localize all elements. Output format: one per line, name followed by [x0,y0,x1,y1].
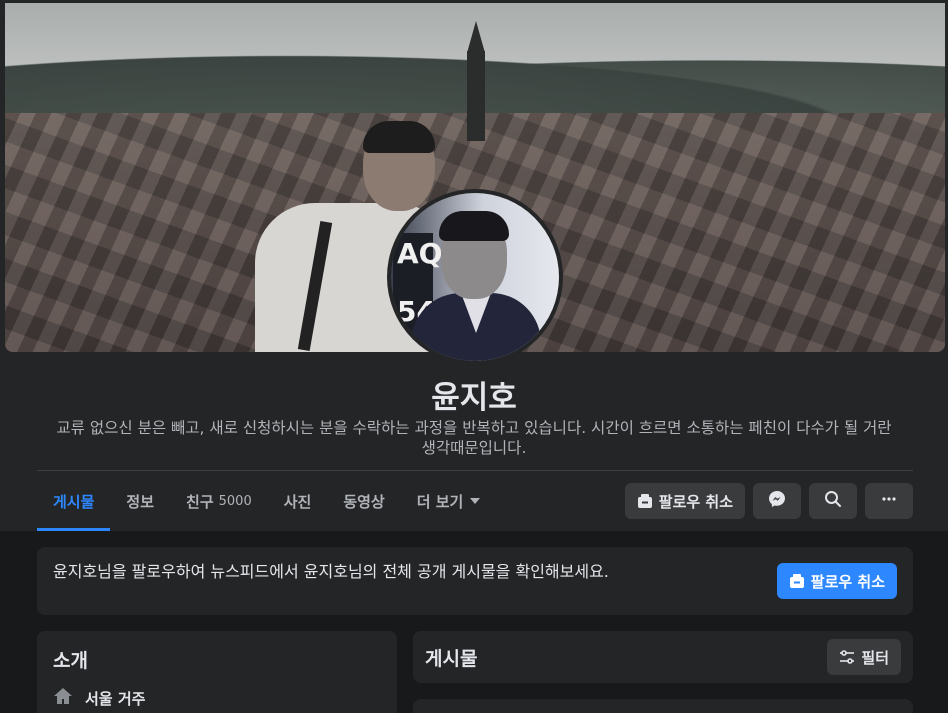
tab-photos[interactable]: 사진 [268,471,328,531]
more-button[interactable] [865,483,913,519]
unfollow-icon [637,493,653,509]
tab-friends-label: 친구 [186,492,214,511]
intro-location: 서울 거주 [53,686,145,710]
follow-prompt-card: 윤지호님을 팔로우하여 뉴스피드에서 윤지호님의 전체 공개 게시물을 확인해보… [37,547,913,615]
messenger-button[interactable] [753,483,801,519]
home-icon [53,686,73,710]
tab-more[interactable]: 더 보기 [401,471,497,531]
tab-about-label: 정보 [126,492,155,511]
filter-label: 필터 [861,648,889,667]
tab-posts-label: 게시물 [53,492,95,511]
profile-avatar[interactable]: AQ 54 [387,189,563,365]
caret-down-icon [470,498,481,504]
follow-prompt-message: 윤지호님을 팔로우하여 뉴스피드에서 윤지호님의 전체 공개 게시물을 확인해보… [53,562,609,581]
tab-photos-label: 사진 [283,492,312,511]
posts-title: 게시물 [425,648,478,670]
unfollow-button-primary[interactable]: 팔로우 취소 [776,563,897,599]
tab-more-label: 더 보기 [416,492,464,511]
profile-bio: 교류 없으신 분은 빼고, 새로 신청하시는 분을 수락하는 과정을 반복하고 … [56,419,892,457]
tab-videos-label: 동영상 [343,492,385,511]
search-button[interactable] [809,483,857,519]
tab-posts[interactable]: 게시물 [37,471,111,531]
unfollow-icon [789,573,805,589]
cover-church-tower [467,51,485,141]
unfollow-button[interactable]: 팔로우 취소 [624,483,745,519]
unfollow-primary-label: 팔로우 취소 [810,572,885,591]
messenger-icon [768,490,786,512]
intro-title: 소개 [53,650,88,672]
search-icon [824,490,842,512]
profile-tabs: 게시물 정보 친구 5000 사진 동영상 더 보기 [37,471,496,531]
profile-name: 윤지호 [431,380,517,416]
profile-actions: 팔로우 취소 [624,483,913,519]
filter-icon [839,649,855,665]
friends-count: 5000 [218,493,252,509]
cover-church-spire [467,21,485,53]
unfollow-label: 팔로우 취소 [658,492,733,511]
intro-location-text: 서울 거주 [85,689,146,708]
intro-card: 소개 서울 거주 [37,631,397,713]
tab-videos[interactable]: 동영상 [327,471,400,531]
post-card [413,699,913,713]
tab-friends[interactable]: 친구 5000 [170,471,268,531]
posts-header-card: 게시물 필터 [413,631,913,683]
tab-about[interactable]: 정보 [110,471,170,531]
filter-button[interactable]: 필터 [827,639,901,675]
more-icon [880,490,898,512]
